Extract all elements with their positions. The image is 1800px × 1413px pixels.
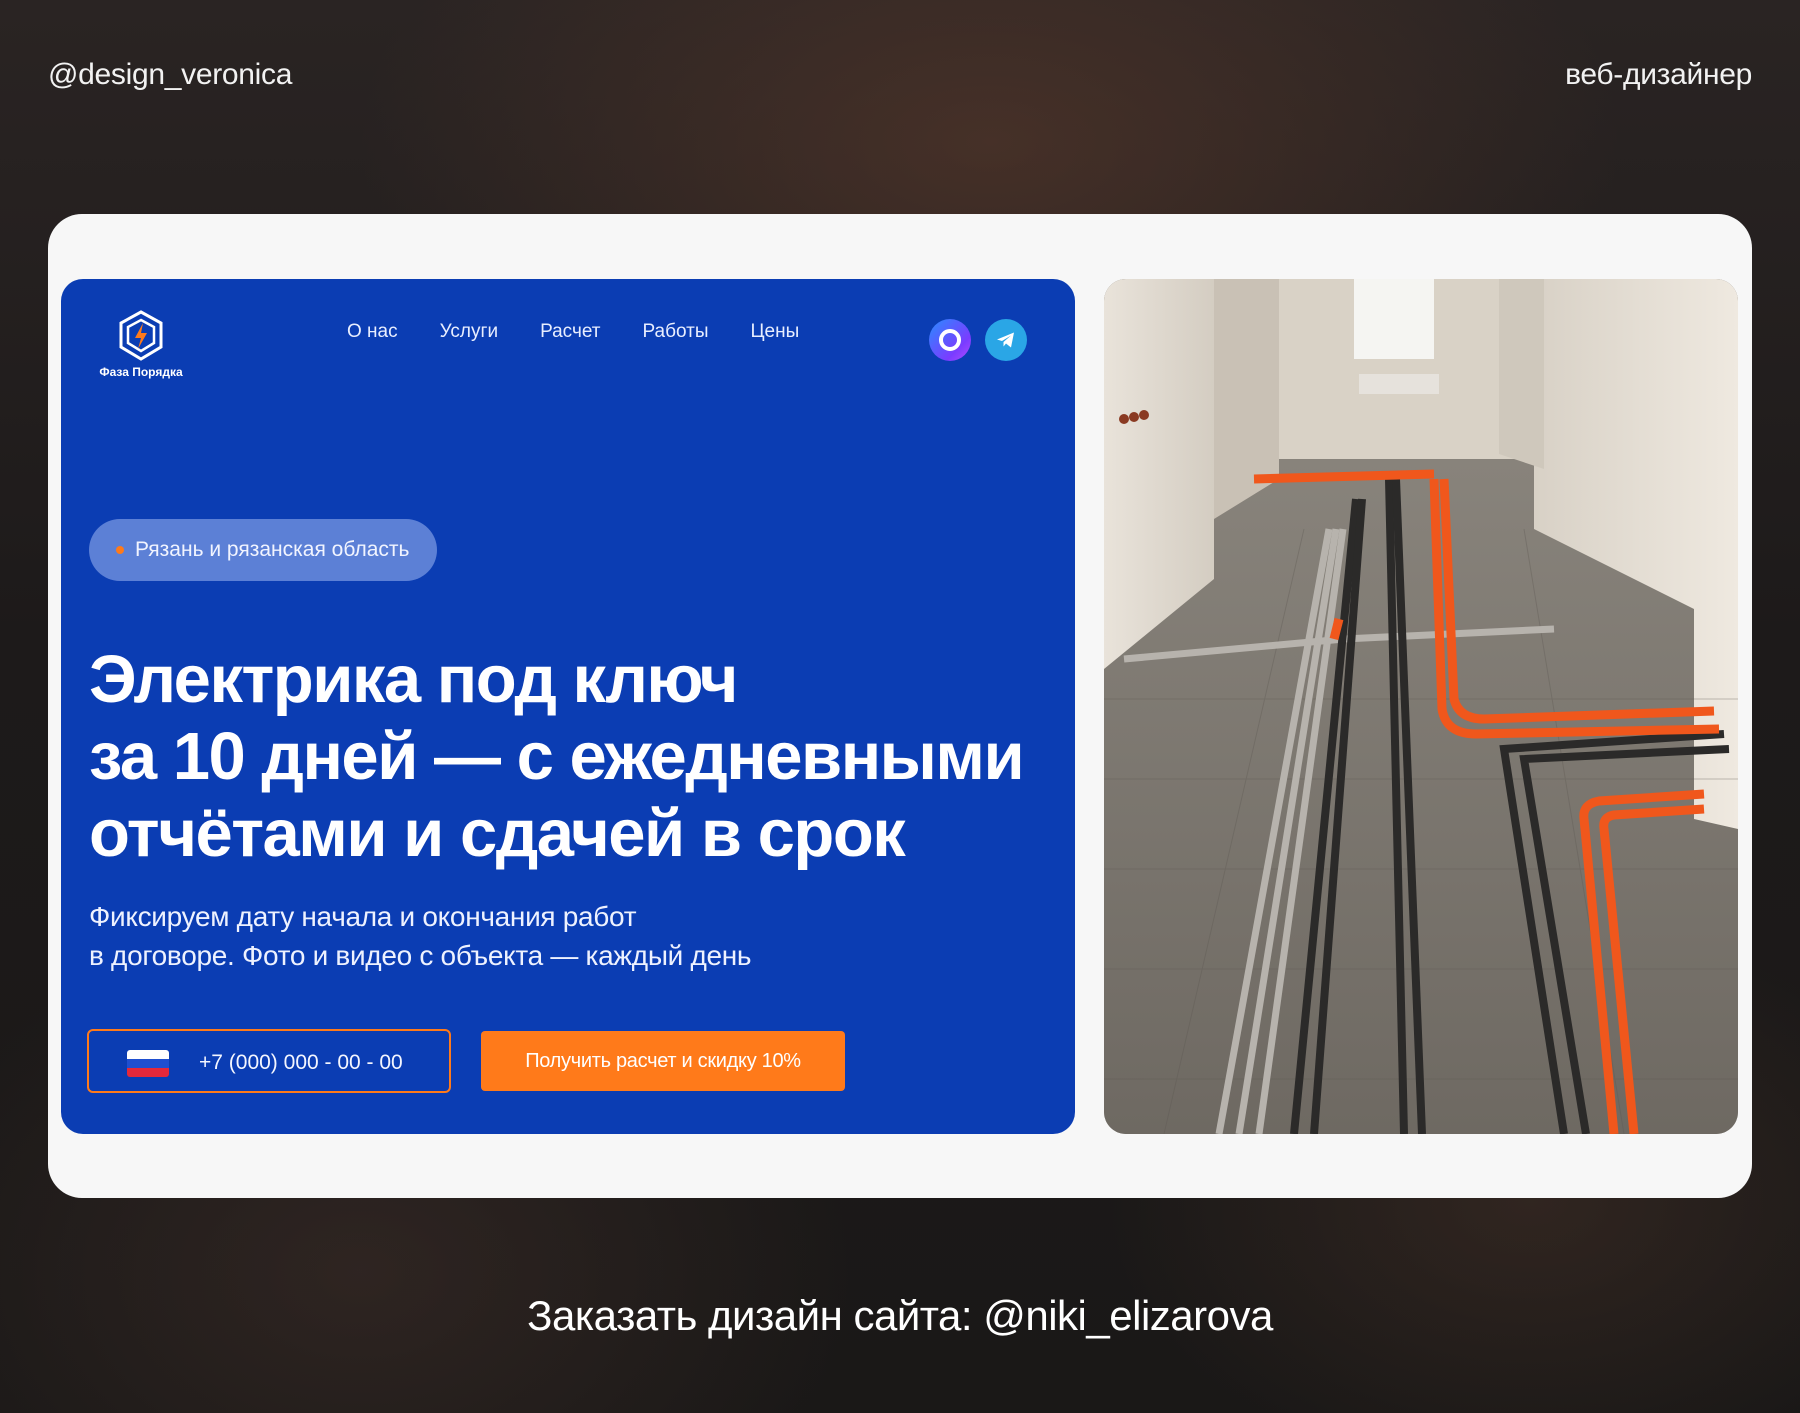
logo-icon [119, 310, 163, 361]
nav-item-works[interactable]: Работы [643, 321, 709, 343]
russia-flag-icon [127, 1050, 169, 1077]
nav-item-about[interactable]: О нас [347, 321, 398, 343]
wiring-photo [1104, 279, 1738, 1134]
social-links [929, 319, 1027, 361]
headline-line: отчётами и сдачей в срок [89, 796, 906, 871]
subheadline-line: Фиксируем дату начала и окончания работ [89, 901, 637, 932]
logo[interactable]: Фаза Порядка [91, 309, 191, 379]
get-quote-button[interactable]: Получить расчет и скидку 10% [481, 1031, 845, 1091]
hero-headline: Электрика под ключ за 10 дней — с ежедне… [89, 641, 1049, 872]
hero-section: Фаза Порядка О нас Услуги Расчет Работы … [61, 279, 1075, 1134]
subheadline-line: в договоре. Фото и видео с объекта — каж… [89, 940, 752, 971]
headline-line: за 10 дней — с ежедневными [89, 719, 1025, 794]
nav-item-prices[interactable]: Цены [751, 321, 800, 343]
headline-line: Электрика под ключ [89, 642, 738, 717]
nav-item-calculation[interactable]: Расчет [540, 321, 600, 343]
main-nav: О нас Услуги Расчет Работы Цены [347, 321, 799, 343]
phone-input[interactable]: +7 (000) 000 - 00 - 00 [87, 1029, 451, 1093]
author-handle: @design_veronica [48, 58, 293, 91]
region-label: Рязань и рязанская область [135, 538, 410, 561]
region-badge: Рязань и рязанская область [89, 519, 438, 581]
logo-text: Фаза Порядка [99, 365, 183, 379]
order-design-text: Заказать дизайн сайта: @niki_elizarova [527, 1292, 1273, 1339]
role-label: веб-дизайнер [1565, 58, 1752, 91]
telegram-icon[interactable] [985, 319, 1027, 361]
nav-item-services[interactable]: Услуги [440, 321, 498, 343]
max-messenger-icon[interactable] [929, 319, 971, 361]
region-dot-icon [116, 546, 124, 554]
showcase-card: Фаза Порядка О нас Услуги Расчет Работы … [48, 214, 1752, 1198]
phone-placeholder: +7 (000) 000 - 00 - 00 [199, 1051, 403, 1074]
hero-subheadline: Фиксируем дату начала и окончания работ … [89, 897, 949, 975]
